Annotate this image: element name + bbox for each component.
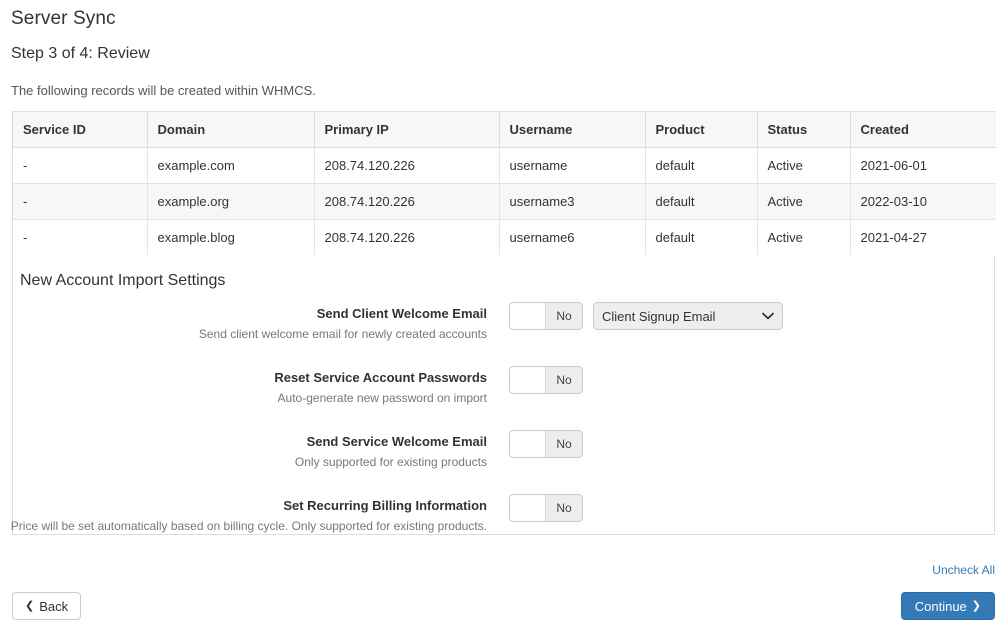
column-header-service-id: Service ID xyxy=(13,112,148,148)
uncheck-all-link[interactable]: Uncheck All xyxy=(932,563,995,577)
cell-status: Active xyxy=(757,183,851,220)
toggle-state-label: No xyxy=(546,303,582,329)
welcome-email-template-select[interactable]: Client Signup Email xyxy=(593,302,783,330)
toggle-send-service-welcome-email[interactable]: No xyxy=(509,430,583,458)
setting-label: Send Service Welcome Email xyxy=(306,434,487,449)
toggle-knob xyxy=(510,431,546,457)
cell-product: default xyxy=(645,183,758,220)
import-settings-section: New Account Import Settings Send Client … xyxy=(11,255,994,554)
page-title: Server Sync xyxy=(11,8,116,29)
cell-domain: example.blog xyxy=(147,219,315,255)
step-subtitle: Step 3 of 4: Review xyxy=(11,45,150,62)
setting-controls: No Client Signup Email xyxy=(509,302,783,330)
setting-row-set-recurring-billing-information: Set Recurring Billing Information Price … xyxy=(11,494,994,554)
cell-service-id: - xyxy=(13,183,148,220)
toggle-knob xyxy=(510,303,546,329)
toggle-knob xyxy=(510,367,546,393)
server-sync-page: Server Sync Step 3 of 4: Review The foll… xyxy=(0,0,1007,633)
column-header-username: Username xyxy=(499,112,646,148)
review-panel: Service ID Domain Primary IP Username Pr… xyxy=(11,111,996,535)
column-header-primary-ip: Primary IP xyxy=(314,112,500,148)
toggle-knob xyxy=(510,495,546,521)
toggle-reset-service-account-passwords[interactable]: No xyxy=(509,366,583,394)
toggle-state-label: No xyxy=(546,495,582,521)
setting-row-send-service-welcome-email: Send Service Welcome Email Only supporte… xyxy=(13,430,994,490)
setting-row-reset-service-account-passwords: Reset Service Account Passwords Auto-gen… xyxy=(13,366,994,426)
toggle-send-client-welcome-email[interactable]: No xyxy=(509,302,583,330)
toggle-set-recurring-billing-information[interactable]: No xyxy=(509,494,583,522)
setting-label-block: Reset Service Account Passwords Auto-gen… xyxy=(0,370,487,406)
column-header-product: Product xyxy=(645,112,758,148)
cell-created: 2022-03-10 xyxy=(850,183,996,220)
continue-button-label: Continue xyxy=(914,598,967,614)
setting-label: Reset Service Account Passwords xyxy=(274,370,487,385)
cell-username: username xyxy=(499,147,646,184)
table-row: - example.org 208.74.120.226 username3 d… xyxy=(13,183,996,220)
cell-service-id: - xyxy=(13,219,148,255)
column-header-status: Status xyxy=(757,112,851,148)
setting-controls: No xyxy=(509,494,583,522)
cell-status: Active xyxy=(757,147,851,184)
setting-controls: No xyxy=(509,430,583,458)
cell-primary-ip: 208.74.120.226 xyxy=(314,183,500,220)
cell-service-id: - xyxy=(13,147,148,184)
setting-label-block: Set Recurring Billing Information Price … xyxy=(0,498,487,534)
table-header-row: Service ID Domain Primary IP Username Pr… xyxy=(13,112,996,148)
chevron-right-icon: ❯ xyxy=(971,599,981,612)
cell-username: username6 xyxy=(499,219,646,255)
table-row: - example.blog 208.74.120.226 username6 … xyxy=(13,219,996,255)
cell-primary-ip: 208.74.120.226 xyxy=(314,219,500,255)
setting-help-text: Send client welcome email for newly crea… xyxy=(198,327,487,341)
records-table-head: Service ID Domain Primary IP Username Pr… xyxy=(13,112,996,148)
table-row: - example.com 208.74.120.226 username de… xyxy=(13,147,996,184)
setting-label: Send Client Welcome Email xyxy=(316,306,487,321)
cell-primary-ip: 208.74.120.226 xyxy=(314,147,500,184)
back-button[interactable]: ❮ Back xyxy=(12,592,82,620)
continue-button[interactable]: Continue ❯ xyxy=(900,592,995,620)
cell-status: Active xyxy=(757,219,851,255)
cell-product: default xyxy=(645,147,758,184)
toggle-state-label: No xyxy=(546,431,582,457)
chevron-left-icon: ❮ xyxy=(25,599,35,612)
column-header-domain: Domain xyxy=(147,112,315,148)
cell-created: 2021-04-27 xyxy=(850,219,996,255)
records-table: Service ID Domain Primary IP Username Pr… xyxy=(13,112,996,255)
setting-row-send-client-welcome-email: Send Client Welcome Email Send client we… xyxy=(13,302,994,362)
welcome-email-template-select-wrap: Client Signup Email xyxy=(593,302,783,330)
setting-help-text: Price will be set automatically based on… xyxy=(10,519,487,533)
setting-controls: No xyxy=(509,366,583,394)
cell-domain: example.com xyxy=(147,147,315,184)
cell-username: username3 xyxy=(499,183,646,220)
records-table-body: - example.com 208.74.120.226 username de… xyxy=(13,147,996,255)
back-button-label: Back xyxy=(39,598,69,614)
cell-created: 2021-06-01 xyxy=(850,147,996,184)
setting-label-block: Send Client Welcome Email Send client we… xyxy=(0,306,487,342)
setting-label-block: Send Service Welcome Email Only supporte… xyxy=(0,434,487,470)
setting-label: Set Recurring Billing Information xyxy=(283,498,487,513)
setting-help-text: Auto-generate new password on import xyxy=(277,391,487,405)
cell-product: default xyxy=(645,219,758,255)
cell-domain: example.org xyxy=(147,183,315,220)
intro-text: The following records will be created wi… xyxy=(11,83,316,98)
toggle-state-label: No xyxy=(546,367,582,393)
settings-section-title: New Account Import Settings xyxy=(20,272,226,289)
setting-help-text: Only supported for existing products xyxy=(294,455,487,469)
column-header-created: Created xyxy=(850,112,996,148)
